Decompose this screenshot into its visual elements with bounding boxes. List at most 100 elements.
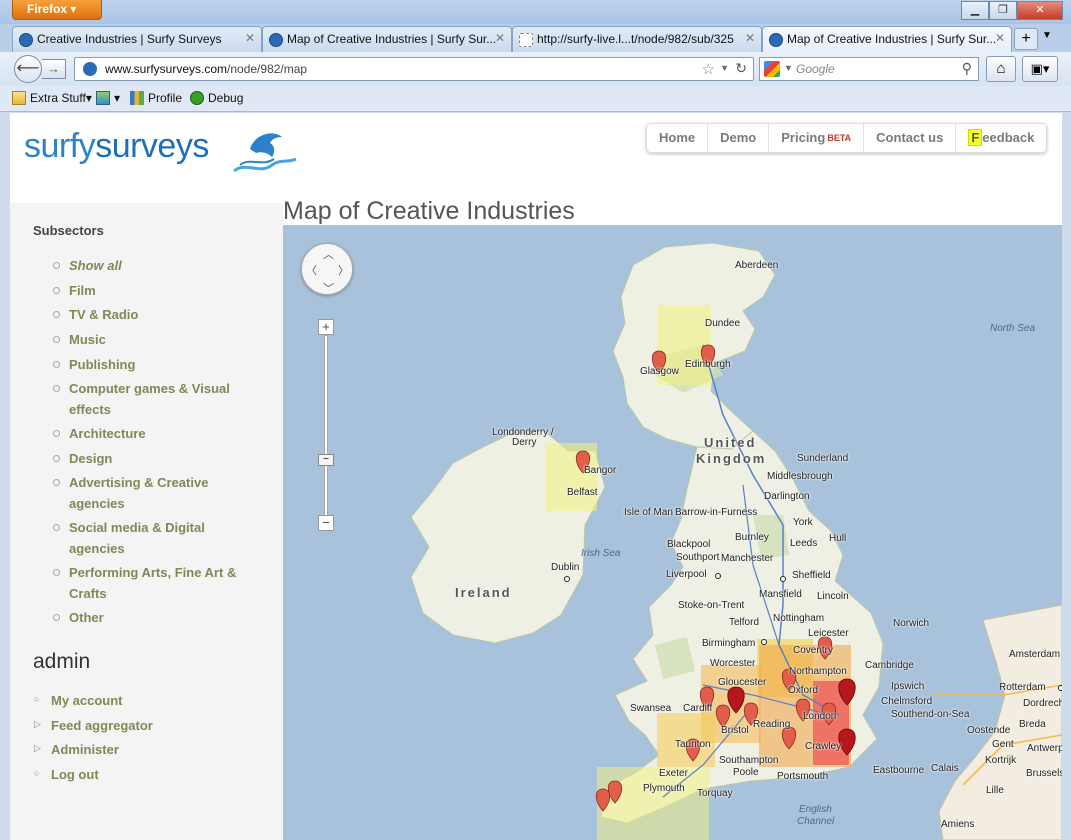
city-burnley: Burnley — [735, 532, 769, 543]
sidebar-item-social-digital[interactable]: Social media & Digital agencies — [69, 517, 259, 559]
back-button[interactable]: ⟵ — [14, 55, 42, 83]
map-pan-control[interactable]: ︿ ﹀ 〈 〉 — [301, 243, 353, 295]
site-logo[interactable]: surfysurveys — [24, 127, 209, 166]
city-breda: Breda — [1019, 719, 1046, 730]
sidebar-item-performing-arts[interactable]: Performing Arts, Fine Art & Crafts — [69, 562, 259, 604]
url-history-dropdown-icon[interactable]: ▼ — [720, 63, 729, 73]
city-norwich: Norwich — [893, 618, 930, 629]
drupal-favicon-icon — [769, 33, 783, 47]
tab-close-icon[interactable]: ✕ — [745, 31, 755, 45]
pan-left-icon[interactable]: 〈 — [306, 262, 317, 278]
city-lincoln: Lincoln — [817, 591, 849, 602]
tab-list-chevron-icon[interactable]: ▼ — [1042, 30, 1052, 41]
search-input[interactable]: Google — [796, 62, 835, 76]
sidebar-item-architecture[interactable]: Architecture — [69, 423, 259, 444]
city-dublin: Dublin — [551, 562, 580, 573]
drupal-favicon-icon — [19, 33, 33, 47]
sidebar-item-publishing[interactable]: Publishing — [69, 354, 259, 375]
zoom-in-button[interactable]: + — [318, 319, 334, 335]
home-icon[interactable]: ⌂ — [986, 56, 1016, 82]
city-leeds: Leeds — [790, 538, 818, 549]
minimize-icon[interactable]: ▁ — [961, 1, 989, 20]
forward-button[interactable]: → — [42, 59, 66, 79]
city-ipswich: Ipswich — [891, 681, 925, 692]
city-gloucester: Gloucester — [718, 677, 767, 688]
admin-my-account[interactable]: My account — [51, 693, 123, 708]
city-barrow: Barrow-in-Furness — [675, 507, 758, 518]
tab-map-of-creative-industries[interactable]: Map of Creative Industries | Surfy Sur..… — [262, 26, 512, 52]
bookmark-label: Extra Stuff — [30, 91, 86, 105]
addon-toolbar-icon[interactable]: ▣▾ — [1022, 56, 1058, 82]
bug-icon — [190, 91, 204, 105]
tab-close-icon[interactable]: ✕ — [995, 31, 1005, 45]
tab-map-active[interactable]: Map of Creative Industries | Surfy Sur..… — [762, 26, 1012, 52]
nav-demo[interactable]: Demo — [708, 124, 770, 152]
zoom-slider-track[interactable] — [324, 335, 328, 521]
sidebar-item-games-vfx[interactable]: Computer games & Visual effects — [69, 378, 259, 420]
calendar-icon — [12, 91, 26, 105]
city-glasgow: Glasgow — [640, 366, 679, 377]
google-engine-icon[interactable] — [764, 61, 780, 77]
pan-down-icon[interactable]: ﹀ — [323, 280, 334, 296]
maximize-icon[interactable]: ❐ — [989, 1, 1017, 20]
bookmark-image-folder[interactable]: ▾ — [96, 91, 120, 105]
city-cardiff: Cardiff — [683, 703, 713, 714]
site-header: surfysurveys Home Demo Pricing BETA Conta… — [10, 113, 1062, 203]
sidebar-item-film[interactable]: Film — [69, 280, 259, 301]
sidebar-item-tv-radio[interactable]: TV & Radio — [69, 304, 259, 325]
bullet-icon — [53, 262, 60, 269]
nav-feedback[interactable]: Feedback — [956, 124, 1046, 152]
admin-feed-aggregator[interactable]: Feed aggregator — [51, 718, 153, 733]
tab-close-icon[interactable]: ✕ — [495, 31, 505, 45]
city-crawley: Crawley — [805, 741, 842, 752]
nav-contact[interactable]: Contact us — [864, 124, 957, 152]
city-dordrecht: Dordrecht — [1023, 698, 1062, 709]
bookmark-extra-stuff[interactable]: Extra Stuff▾ — [12, 91, 92, 105]
sidebar-item-design[interactable]: Design — [69, 448, 259, 469]
city-coventry: Coventry — [793, 645, 834, 656]
admin-log-out[interactable]: Log out — [51, 767, 99, 782]
city-york: York — [793, 517, 813, 528]
sidebar-item-show-all[interactable]: Show all — [69, 255, 259, 276]
search-engine-dropdown-icon[interactable]: ▼ — [784, 63, 793, 73]
site-identity-icon[interactable] — [83, 62, 97, 76]
city-cambridge: Cambridge — [865, 660, 914, 671]
city-hull: Hull — [829, 533, 847, 544]
bookmark-profile[interactable]: Profile — [130, 91, 182, 105]
city-torquay: Torquay — [697, 788, 733, 799]
sidebar-item-advertising[interactable]: Advertising & Creative agencies — [69, 472, 259, 514]
city-worcester: Worcester — [710, 658, 756, 669]
bookmark-star-icon[interactable]: ☆ — [702, 60, 715, 78]
tab-surfy-live[interactable]: http://surfy-live.l...t/node/982/sub/325… — [512, 26, 762, 52]
url-bar[interactable]: www.surfysurveys.com/node/982/map ☆ ▼ ↻ — [74, 57, 754, 81]
city-portsmouth: Portsmouth — [777, 771, 829, 782]
pan-up-icon[interactable]: ︿ — [323, 246, 334, 262]
google-map[interactable]: United Kingdom Ireland North Sea Irish S… — [283, 225, 1062, 840]
nav-home[interactable]: Home — [647, 124, 709, 152]
search-bar[interactable]: ▼ Google ⚲ — [759, 57, 979, 81]
new-tab-button[interactable]: + — [1014, 28, 1038, 50]
firefox-menu-label: Firefox — [27, 2, 68, 16]
pan-right-icon[interactable]: 〉 — [338, 262, 349, 278]
tab-creative-industries[interactable]: Creative Industries | Surfy Surveys ✕ — [12, 26, 262, 52]
nav-pricing[interactable]: Pricing BETA — [769, 124, 865, 152]
bullet-icon — [53, 336, 60, 343]
reload-icon[interactable]: ↻ — [735, 60, 747, 77]
city-isle-of-man: Isle of Man — [624, 507, 673, 518]
drupal-favicon-icon — [269, 33, 283, 47]
sidebar-item-music[interactable]: Music — [69, 329, 259, 350]
bullet-icon — [53, 385, 60, 392]
close-window-icon[interactable]: ✕ — [1017, 1, 1063, 20]
search-icon[interactable]: ⚲ — [962, 60, 972, 77]
admin-administer[interactable]: Administer — [51, 742, 119, 757]
city-stoke: Stoke-on-Trent — [678, 600, 745, 611]
tab-close-icon[interactable]: ✕ — [245, 31, 255, 45]
zoom-out-button[interactable]: − — [318, 515, 334, 531]
sidebar-item-other[interactable]: Other — [69, 607, 259, 628]
bookmark-debug[interactable]: Debug — [190, 91, 243, 105]
bullet-icon — [53, 524, 60, 531]
bullet-icon — [53, 361, 60, 368]
zoom-slider-handle[interactable]: − — [318, 454, 334, 466]
tab-title: http://surfy-live.l...t/node/982/sub/325 — [537, 32, 734, 46]
firefox-menu-button[interactable]: Firefox ▾ — [12, 0, 102, 20]
